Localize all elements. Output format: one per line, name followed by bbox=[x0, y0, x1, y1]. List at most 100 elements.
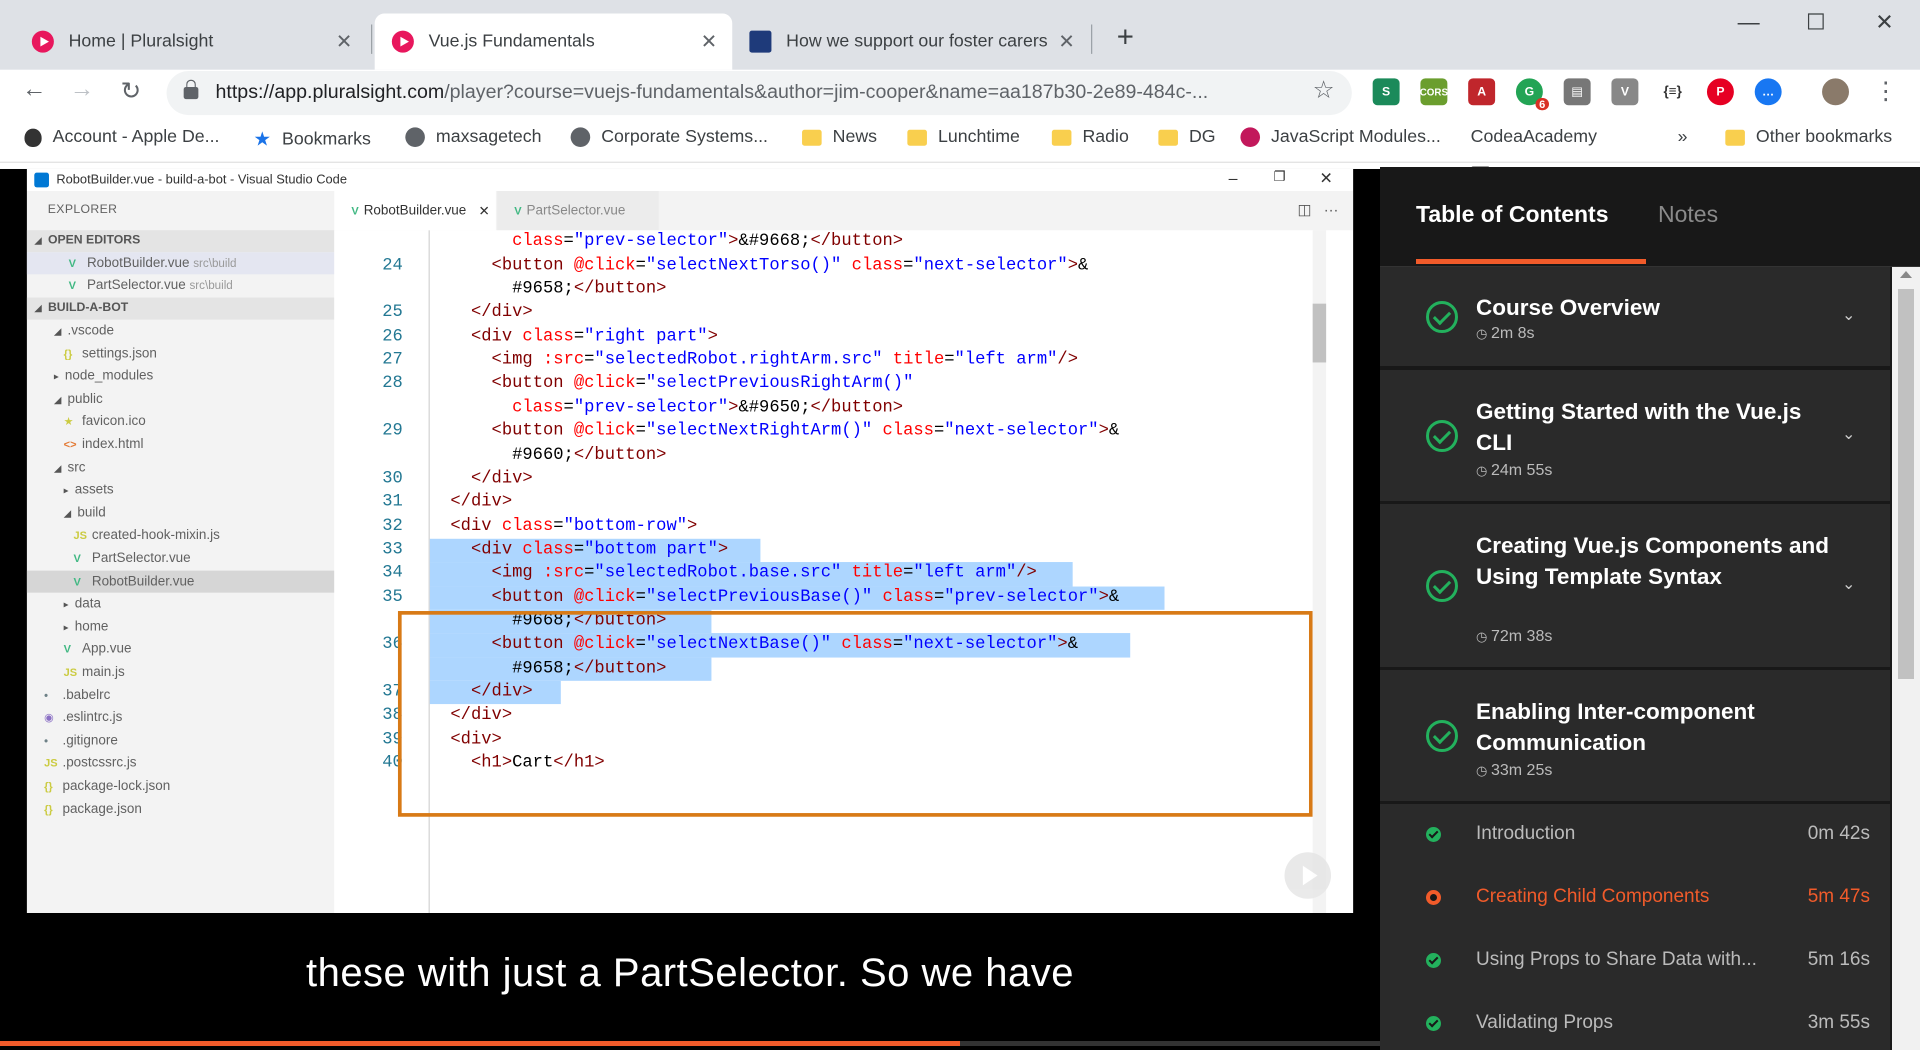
module-item[interactable]: Enabling Inter-component Communication 3… bbox=[1380, 670, 1890, 804]
browser-tab-vuejs[interactable]: Vue.js Fundamentals ✕ bbox=[374, 13, 733, 70]
bookmark-item[interactable]: Corporate Systems... bbox=[570, 127, 768, 147]
screen: Home | Pluralsight ✕ Vue.js Fundamentals… bbox=[0, 0, 1920, 1050]
chevron-down-icon[interactable]: ⌄ bbox=[1842, 574, 1855, 594]
caption-bar: these with just a PartSelector. So we ha… bbox=[0, 913, 1380, 1035]
minimize-icon[interactable]: — bbox=[1724, 10, 1773, 36]
other-bookmarks[interactable]: Other bookmarks bbox=[1725, 127, 1892, 147]
scroll-up-icon[interactable] bbox=[1900, 271, 1912, 278]
completed-check-icon bbox=[1426, 570, 1458, 602]
bookmark-item[interactable]: CodeaAcademy bbox=[1470, 127, 1597, 187]
more-bookmarks-button[interactable]: » bbox=[1678, 127, 1688, 147]
bookmark-item[interactable]: News bbox=[802, 127, 877, 147]
js-file-icon: JS bbox=[44, 757, 58, 770]
play-overlay-icon[interactable] bbox=[1284, 852, 1332, 899]
toc-scrollbar[interactable] bbox=[1892, 267, 1920, 1050]
bookmark-star-icon[interactable]: ☆ bbox=[1313, 75, 1335, 106]
clip-title: Introduction bbox=[1476, 823, 1576, 844]
code-text: <button @click="selectPreviousRightArm()… bbox=[491, 374, 914, 394]
close-tab-icon[interactable]: ✕ bbox=[696, 29, 723, 53]
pinterest-icon[interactable]: P bbox=[1706, 78, 1734, 106]
chevron-down-icon[interactable]: ⌄ bbox=[1842, 305, 1855, 325]
star-icon: ★ bbox=[253, 129, 272, 151]
messenger-icon[interactable]: … bbox=[1754, 78, 1782, 106]
tree-item-label: main.js bbox=[82, 664, 125, 680]
dot-file-icon: • bbox=[44, 734, 48, 747]
cors-extension-icon[interactable]: CORS bbox=[1420, 78, 1448, 106]
line-number: 27 bbox=[382, 350, 403, 370]
maximize-icon[interactable]: ☐ bbox=[1791, 10, 1840, 36]
tree-item-label: src bbox=[67, 459, 86, 475]
bookmark-label: Other bookmarks bbox=[1755, 127, 1893, 147]
project-section: ◢ BUILD-A-BOT bbox=[26, 297, 335, 320]
bookmark-label: JavaScript Modules... bbox=[1271, 127, 1441, 147]
bookmark-label: Bookmarks bbox=[282, 129, 371, 150]
vscode-restore-icon: ❐ bbox=[1273, 170, 1286, 185]
tab-notes[interactable]: Notes bbox=[1658, 201, 1718, 228]
code-text: class="prev-selector">&#9668;</button> bbox=[512, 231, 904, 252]
module-duration: 72m 38s bbox=[1476, 628, 1552, 646]
browser-tab-foster[interactable]: How we support our foster carers ✕ bbox=[732, 13, 1090, 69]
tree-file: <> index.html bbox=[27, 433, 334, 455]
json-viewer-icon[interactable]: {≡} bbox=[1659, 78, 1687, 106]
tree-file: JS created-hook-mixin.js bbox=[27, 525, 334, 547]
forward-icon[interactable]: → bbox=[65, 76, 99, 104]
back-icon[interactable]: ← bbox=[17, 76, 51, 104]
bookmark-item[interactable]: JavaScript Modules... bbox=[1240, 127, 1441, 147]
comment-extension-icon[interactable]: ▤ bbox=[1563, 78, 1591, 106]
tree-folder: ▸ node_modules bbox=[27, 365, 334, 387]
vue-devtools-icon[interactable]: V bbox=[1611, 78, 1639, 106]
clip-item[interactable]: Using Props to Share Data with... 5m 16s bbox=[1380, 930, 1890, 993]
bookmark-item[interactable]: Radio bbox=[1051, 127, 1129, 147]
grammarly-icon[interactable]: G6 bbox=[1515, 78, 1549, 111]
url-path: /player?course=vuejs-fundamentals&author… bbox=[444, 82, 1209, 103]
editor-tabs: V RobotBuilder.vue ✕ V PartSelector.vue ◫ ·… bbox=[334, 191, 1354, 231]
browser-menu-icon[interactable]: ⋮ bbox=[1869, 76, 1903, 107]
extension-s-icon[interactable]: S bbox=[1372, 78, 1400, 106]
vue-file-icon: V bbox=[73, 552, 81, 565]
tab-table-of-contents[interactable]: Table of Contents bbox=[1416, 201, 1609, 228]
active-tab-indicator bbox=[1416, 259, 1646, 264]
module-item[interactable]: Creating Vue.js Components and Using Tem… bbox=[1380, 504, 1890, 670]
close-tab-icon[interactable]: ✕ bbox=[331, 29, 358, 53]
bookmark-item[interactable]: DG bbox=[1158, 127, 1216, 147]
clip-item[interactable]: Introduction 0m 42s bbox=[1380, 804, 1890, 867]
vue-file-icon: V bbox=[73, 575, 81, 588]
bookmark-item[interactable]: Account - Apple De... bbox=[24, 127, 219, 147]
profile-avatar[interactable] bbox=[1822, 78, 1849, 106]
browser-tab-home[interactable]: Home | Pluralsight ✕ bbox=[0, 13, 367, 69]
html-file-icon: <> bbox=[63, 438, 77, 451]
new-tab-icon[interactable]: + bbox=[1108, 21, 1142, 55]
clip-item[interactable]: Creating Child Components 5m 47s bbox=[1380, 867, 1890, 930]
clip-duration: 5m 47s bbox=[1807, 886, 1870, 907]
code-line: 35 <button @click="selectPreviousBase()"… bbox=[334, 586, 1353, 610]
code-line: 31 </div> bbox=[334, 491, 1353, 515]
close-tab-icon[interactable]: ✕ bbox=[1053, 29, 1080, 53]
tree-folder: ◢ build bbox=[27, 502, 334, 524]
module-item[interactable]: Getting Started with the Vue.js CLI 24m … bbox=[1380, 370, 1890, 504]
module-item[interactable]: Course Overview 2m 8s ⌄ bbox=[1380, 267, 1890, 369]
bookmark-item[interactable]: Lunchtime bbox=[907, 127, 1020, 147]
clip-item[interactable]: Validating Props 3m 55s bbox=[1380, 993, 1890, 1050]
bookmark-label: Radio bbox=[1082, 127, 1129, 147]
scrollbar-thumb[interactable] bbox=[1898, 289, 1914, 679]
close-window-icon[interactable]: ✕ bbox=[1860, 10, 1909, 36]
tree-item-label: home bbox=[74, 619, 109, 635]
video-progress-bar[interactable] bbox=[0, 1041, 1380, 1046]
reload-icon[interactable]: ↻ bbox=[114, 76, 148, 107]
chevron-down-icon[interactable]: ⌄ bbox=[1842, 424, 1855, 444]
tree-item-label: package-lock.json bbox=[62, 778, 171, 794]
address-bar[interactable]: https://app.pluralsight.com/player?cours… bbox=[166, 71, 1352, 116]
tree-file: • .gitignore bbox=[27, 730, 334, 752]
code-line: 32 <div class="bottom-row"> bbox=[334, 515, 1353, 539]
tree-item-label: .gitignore bbox=[62, 733, 118, 748]
bookmark-item[interactable]: maxsagetech bbox=[405, 127, 542, 147]
folder-icon bbox=[1158, 129, 1178, 146]
file-name: RobotBuilder.vue bbox=[86, 255, 190, 271]
pdf-extension-icon[interactable]: A bbox=[1468, 78, 1496, 106]
js-modules-icon bbox=[1240, 127, 1261, 147]
json-file-icon: {} bbox=[63, 347, 73, 360]
completed-check-icon bbox=[1426, 953, 1441, 968]
module-title: Course Overview bbox=[1476, 295, 1660, 320]
bookmark-item[interactable]: ★ Bookmarks bbox=[253, 127, 370, 151]
close-icon: ✕ bbox=[478, 203, 490, 219]
